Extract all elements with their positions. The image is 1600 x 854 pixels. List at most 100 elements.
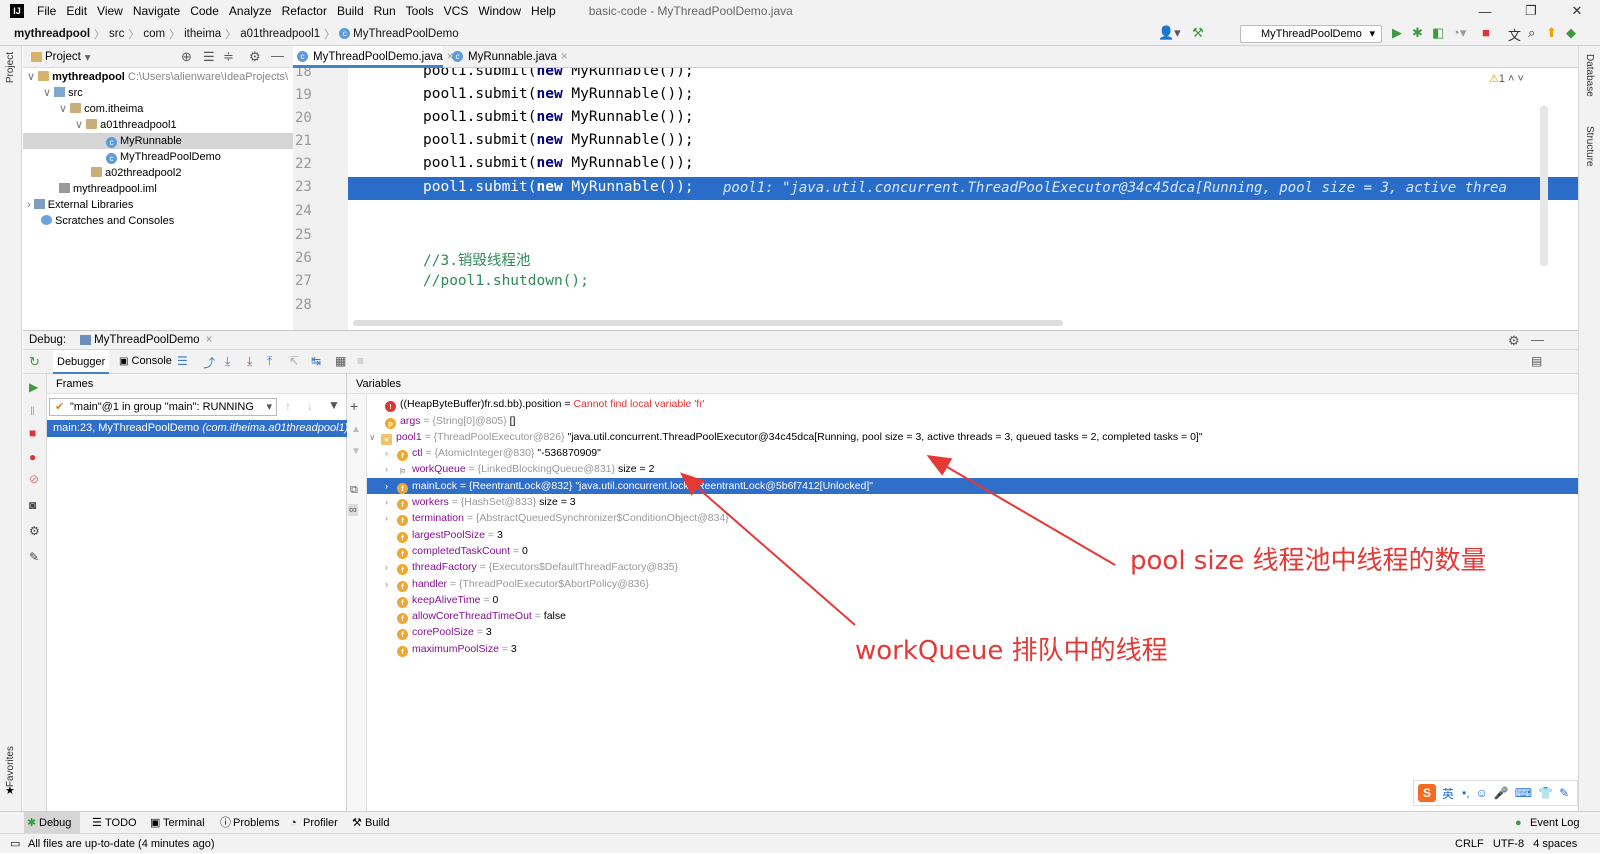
copy-icon[interactable]: ⧉ [350,484,358,497]
stop-icon[interactable]: ■ [1482,25,1490,40]
tab-debug[interactable]: ✱ Debug [24,812,80,834]
restore-icon[interactable]: ❐ [1508,0,1554,22]
step-over-icon[interactable]: ⤓ [225,354,230,369]
plugin-icon[interactable]: ◆ [1566,25,1576,41]
stop-icon[interactable]: ■ [29,426,36,440]
menu-run[interactable]: Run [369,0,401,22]
menu-tools[interactable]: Tools [401,0,439,22]
menu-view[interactable]: View [92,0,128,22]
variable-row[interactable]: › f workers = {HashSet@833} size = 3 [367,494,1578,510]
tab-myrunnable[interactable]: c MyRunnable.java × [448,46,568,68]
profile-icon[interactable]: ◔▾ [1452,25,1466,41]
breadcrumb-class[interactable]: MyThreadPoolDemo [353,28,458,40]
mute-breakpoints-icon[interactable]: ⊘ [29,472,39,486]
menu-refactor[interactable]: Refactor [277,0,332,22]
build-hammer-icon[interactable]: ⚒ [1192,25,1204,41]
rerun-icon[interactable]: ↻ [29,354,40,370]
menu-vcs[interactable]: VCS [439,0,474,22]
menu-file[interactable]: File [32,0,61,22]
tab-problems[interactable]: ⓘ Problems [218,812,279,834]
breadcrumb-com[interactable]: com [143,28,165,40]
camera-icon[interactable]: ◙ [29,498,36,512]
favorites-tool-label[interactable]: Favorites [5,746,16,787]
gear-icon[interactable]: ⚙ [249,49,261,65]
update-icon[interactable]: ⬆ [1546,25,1557,41]
show-execution-point-icon[interactable]: ⤴ [203,354,215,371]
debug-session-tab[interactable]: MyThreadPoolDemo × [80,334,212,346]
frame-row[interactable]: main:23, MyThreadPoolDemo (com.itheima.a… [47,420,348,437]
tree-item-a02threadpool2[interactable]: a02threadpool2 [91,165,181,181]
tab-debugger[interactable]: Debugger [53,350,110,374]
down-icon[interactable]: ↓ [307,399,313,413]
tab-console[interactable]: ▣ Console [119,355,172,367]
tree-item-mythreadpooldemo[interactable]: c MyThreadPoolDemo [106,149,221,165]
variable-row[interactable]: › ⚐ workQueue = {LinkedBlockingQueue@831} … [367,461,1578,477]
hide-icon[interactable]: — [1531,332,1544,347]
breadcrumb-package[interactable]: a01threadpool1 [240,28,320,40]
filter-icon[interactable]: ▼ [328,398,340,412]
menu-navigate[interactable]: Navigate [128,0,185,22]
tree-item-a01threadpool1[interactable]: ∨ a01threadpool1 [75,117,177,133]
view-breakpoints-icon[interactable]: ● [29,450,36,464]
tab-profiler[interactable]: ◔ Profiler [288,812,338,834]
locate-icon[interactable]: ⊕ [181,49,192,65]
event-log-button[interactable]: ● Event Log [1515,812,1580,834]
variable-row[interactable]: › f ctl = {AtomicInteger@830} "-536870909" [367,445,1578,462]
menu-edit[interactable]: Edit [61,0,92,22]
up-icon[interactable]: ↑ [285,399,291,413]
resume-icon[interactable]: ▶ [29,380,38,394]
menu-window[interactable]: Window [473,0,526,22]
step-out-icon[interactable]: ⤒ [267,354,272,369]
warnings-indicator[interactable]: ⚠1 ˄ ˅ [1489,72,1524,85]
move-up-icon[interactable]: ▲ [351,424,361,435]
menu-code[interactable]: Code [185,0,224,22]
settings-icon[interactable]: ⚙ [29,524,40,538]
tab-build[interactable]: ⚒ Build [350,812,389,834]
horizontal-scrollbar[interactable] [353,320,1063,326]
variable-row[interactable]: ! ((HeapByteBuffer)fr.sd.bb).position = C… [367,396,1578,412]
pin-icon[interactable]: ✎ [29,550,39,564]
debug-icon[interactable]: ✱ [1412,25,1423,41]
breadcrumb-src[interactable]: src [109,28,124,40]
project-tool-label[interactable]: Project [5,52,16,83]
gear-icon[interactable]: ⚙ [1508,333,1520,349]
variable-row-selected[interactable]: › f mainLock = {ReentrantLock@832} "java.u… [367,477,1578,494]
tree-item-scratches[interactable]: Scratches and Consoles [41,213,174,229]
variable-row[interactable]: › f handler = {ThreadPoolExecutor$AbortPol… [367,576,1578,592]
expand-all-icon[interactable]: ☰ [203,49,215,65]
close-icon[interactable]: ✕ [1554,0,1600,22]
code-editor[interactable]: 18 19 20 21 22 23 24 25 26 27 28 pool1.s… [293,68,1578,330]
tab-mythreadpooldemo[interactable]: c MyThreadPoolDemo.java × [293,46,453,68]
variable-row[interactable]: p args = {String[0]@805} [] [367,413,1578,429]
tree-item-myrunnable[interactable]: c MyRunnable [23,133,293,149]
menu-lines-icon[interactable]: ☰ [177,354,188,368]
add-watch-icon[interactable]: + [350,398,358,414]
pause-icon[interactable]: ‖ [30,404,35,418]
variable-row[interactable]: ∨ ≡ pool1 = {ThreadPoolExecutor@826} "java… [367,429,1578,445]
translate-icon[interactable]: 文 [1508,25,1521,44]
run-icon[interactable]: ▶ [1392,25,1402,41]
tree-item-package[interactable]: ∨ com.itheima [59,101,143,117]
status-encoding[interactable]: CRLF UTF-8 4 spaces [1455,834,1577,854]
user-icon[interactable]: 👤▾ [1158,25,1181,41]
database-tool-label[interactable]: Database [1584,54,1595,97]
trace-icon[interactable]: ≡ [357,354,364,368]
tree-item-root[interactable]: ∨ mythreadpool C:\Users\alienware\IdeaPr… [27,69,288,85]
close-tab-icon[interactable]: × [561,51,568,63]
vertical-scrollbar[interactable] [1540,106,1548,266]
variable-row[interactable]: › f termination = {AbstractQueuedSynchroni… [367,510,1578,527]
project-view-select[interactable]: Project [45,51,81,63]
star-icon[interactable]: ★ [5,784,15,797]
glasses-icon[interactable]: ∞ [348,504,358,516]
minimize-icon[interactable]: — [1462,0,1508,22]
tab-terminal[interactable]: ▣ Terminal [148,812,205,834]
structure-tool-label[interactable]: Structure [1584,126,1595,167]
move-down-icon[interactable]: ▼ [351,446,361,457]
tree-item-iml[interactable]: mythreadpool.iml [59,181,157,197]
ime-language[interactable]: 英 [1442,785,1454,802]
step-into-icon[interactable]: ⤓ [247,354,252,369]
tree-item-src[interactable]: ∨ src [43,85,83,101]
breadcrumb-itheima[interactable]: itheima [184,28,221,40]
breadcrumb-project[interactable]: mythreadpool [14,28,90,40]
run-to-cursor-icon[interactable]: ↸ [289,354,299,368]
